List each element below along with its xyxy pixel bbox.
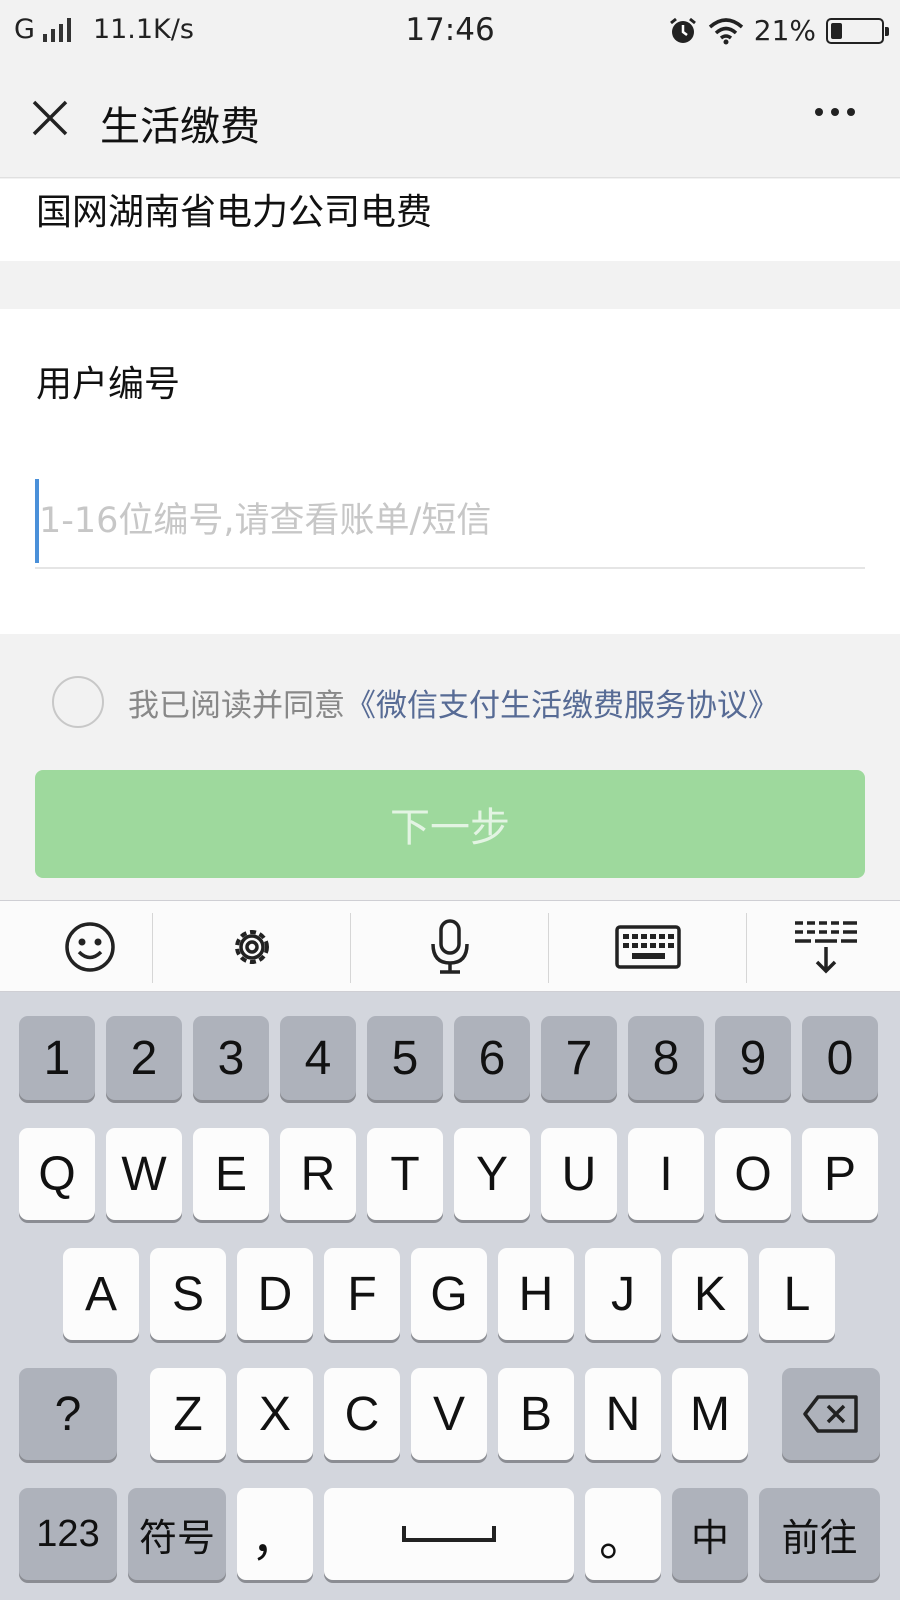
account-number-input[interactable] (39, 491, 859, 551)
key-k[interactable]: K (672, 1248, 748, 1340)
key-x[interactable]: X (237, 1368, 313, 1460)
key-i[interactable]: I (628, 1128, 704, 1220)
key-m[interactable]: M (672, 1368, 748, 1460)
battery-fill (831, 22, 842, 39)
microphone-icon[interactable] (360, 901, 540, 993)
key-7[interactable]: 7 (541, 1016, 617, 1100)
close-icon[interactable] (30, 98, 70, 138)
agreement-row: 我已阅读并同意 《微信支付生活缴费服务协议》 (52, 676, 779, 728)
more-icon[interactable] (815, 108, 855, 116)
hide-keyboard-icon[interactable] (736, 901, 900, 993)
account-number-field-wrap (35, 469, 865, 569)
key-c[interactable]: C (324, 1368, 400, 1460)
symbols-key[interactable]: 符号 (128, 1488, 226, 1580)
key-1[interactable]: 1 (19, 1016, 95, 1100)
ime-switch-key[interactable]: 中 (672, 1488, 748, 1580)
settings-icon[interactable] (162, 901, 342, 993)
agreement-checkbox[interactable] (52, 676, 104, 728)
key-j[interactable]: J (585, 1248, 661, 1340)
key-8[interactable]: 8 (628, 1016, 704, 1100)
comma-key[interactable]: ， (237, 1488, 313, 1580)
next-button[interactable]: 下一步 (35, 770, 865, 878)
nav-bar: 生活缴费 (0, 60, 900, 178)
key-d[interactable]: D (237, 1248, 313, 1340)
company-name: 国网湖南省电力公司电费 (36, 192, 433, 233)
key-9[interactable]: 9 (715, 1016, 791, 1100)
key-l[interactable]: L (759, 1248, 835, 1340)
key-6[interactable]: 6 (454, 1016, 530, 1100)
key-5[interactable]: 5 (367, 1016, 443, 1100)
key-r[interactable]: R (280, 1128, 356, 1220)
key-h[interactable]: H (498, 1248, 574, 1340)
agreement-text: 我已阅读并同意 (128, 687, 345, 724)
company-card: 国网湖南省电力公司电费 (0, 179, 900, 261)
key-t[interactable]: T (367, 1128, 443, 1220)
wifi-icon (708, 17, 743, 44)
keyboard: 1 2 3 4 5 6 7 8 9 0 Q W E R T Y U I O P … (0, 992, 900, 1600)
period-key[interactable]: 。 (585, 1488, 661, 1580)
key-2[interactable]: 2 (106, 1016, 182, 1100)
key-b[interactable]: B (498, 1368, 574, 1460)
key-y[interactable]: Y (454, 1128, 530, 1220)
account-number-label: 用户编号 (36, 364, 181, 405)
space-key[interactable] (324, 1488, 574, 1580)
key-e[interactable]: E (193, 1128, 269, 1220)
numbers-key[interactable]: 123 (19, 1488, 117, 1580)
key-0[interactable]: 0 (802, 1016, 878, 1100)
status-bar: G 11.1K/s 17:46 21% (0, 0, 900, 60)
key-n[interactable]: N (585, 1368, 661, 1460)
backspace-key[interactable] (782, 1368, 880, 1460)
key-f[interactable]: F (324, 1248, 400, 1340)
space-icon (402, 1526, 496, 1542)
battery-icon (826, 17, 889, 44)
key-z[interactable]: Z (150, 1368, 226, 1460)
page-title: 生活缴费 (100, 104, 260, 150)
keyboard-icon[interactable] (558, 901, 738, 993)
keyboard-toolbar (0, 900, 900, 992)
key-p[interactable]: P (802, 1128, 878, 1220)
go-key[interactable]: 前往 (759, 1488, 880, 1580)
key-s[interactable]: S (150, 1248, 226, 1340)
key-w[interactable]: W (106, 1128, 182, 1220)
key-u[interactable]: U (541, 1128, 617, 1220)
key-a[interactable]: A (63, 1248, 139, 1340)
key-3[interactable]: 3 (193, 1016, 269, 1100)
key-g[interactable]: G (411, 1248, 487, 1340)
battery-percent: 21% (753, 14, 816, 47)
alarm-icon (669, 17, 696, 43)
key-o[interactable]: O (715, 1128, 791, 1220)
form-card: 用户编号 (0, 309, 900, 634)
agreement-link[interactable]: 《微信支付生活缴费服务协议》 (345, 680, 779, 725)
key-v[interactable]: V (411, 1368, 487, 1460)
key-q[interactable]: Q (19, 1128, 95, 1220)
emoji-icon[interactable] (0, 901, 180, 993)
key-4[interactable]: 4 (280, 1016, 356, 1100)
key-question[interactable]: ? (19, 1368, 117, 1460)
backspace-icon (803, 1395, 858, 1433)
